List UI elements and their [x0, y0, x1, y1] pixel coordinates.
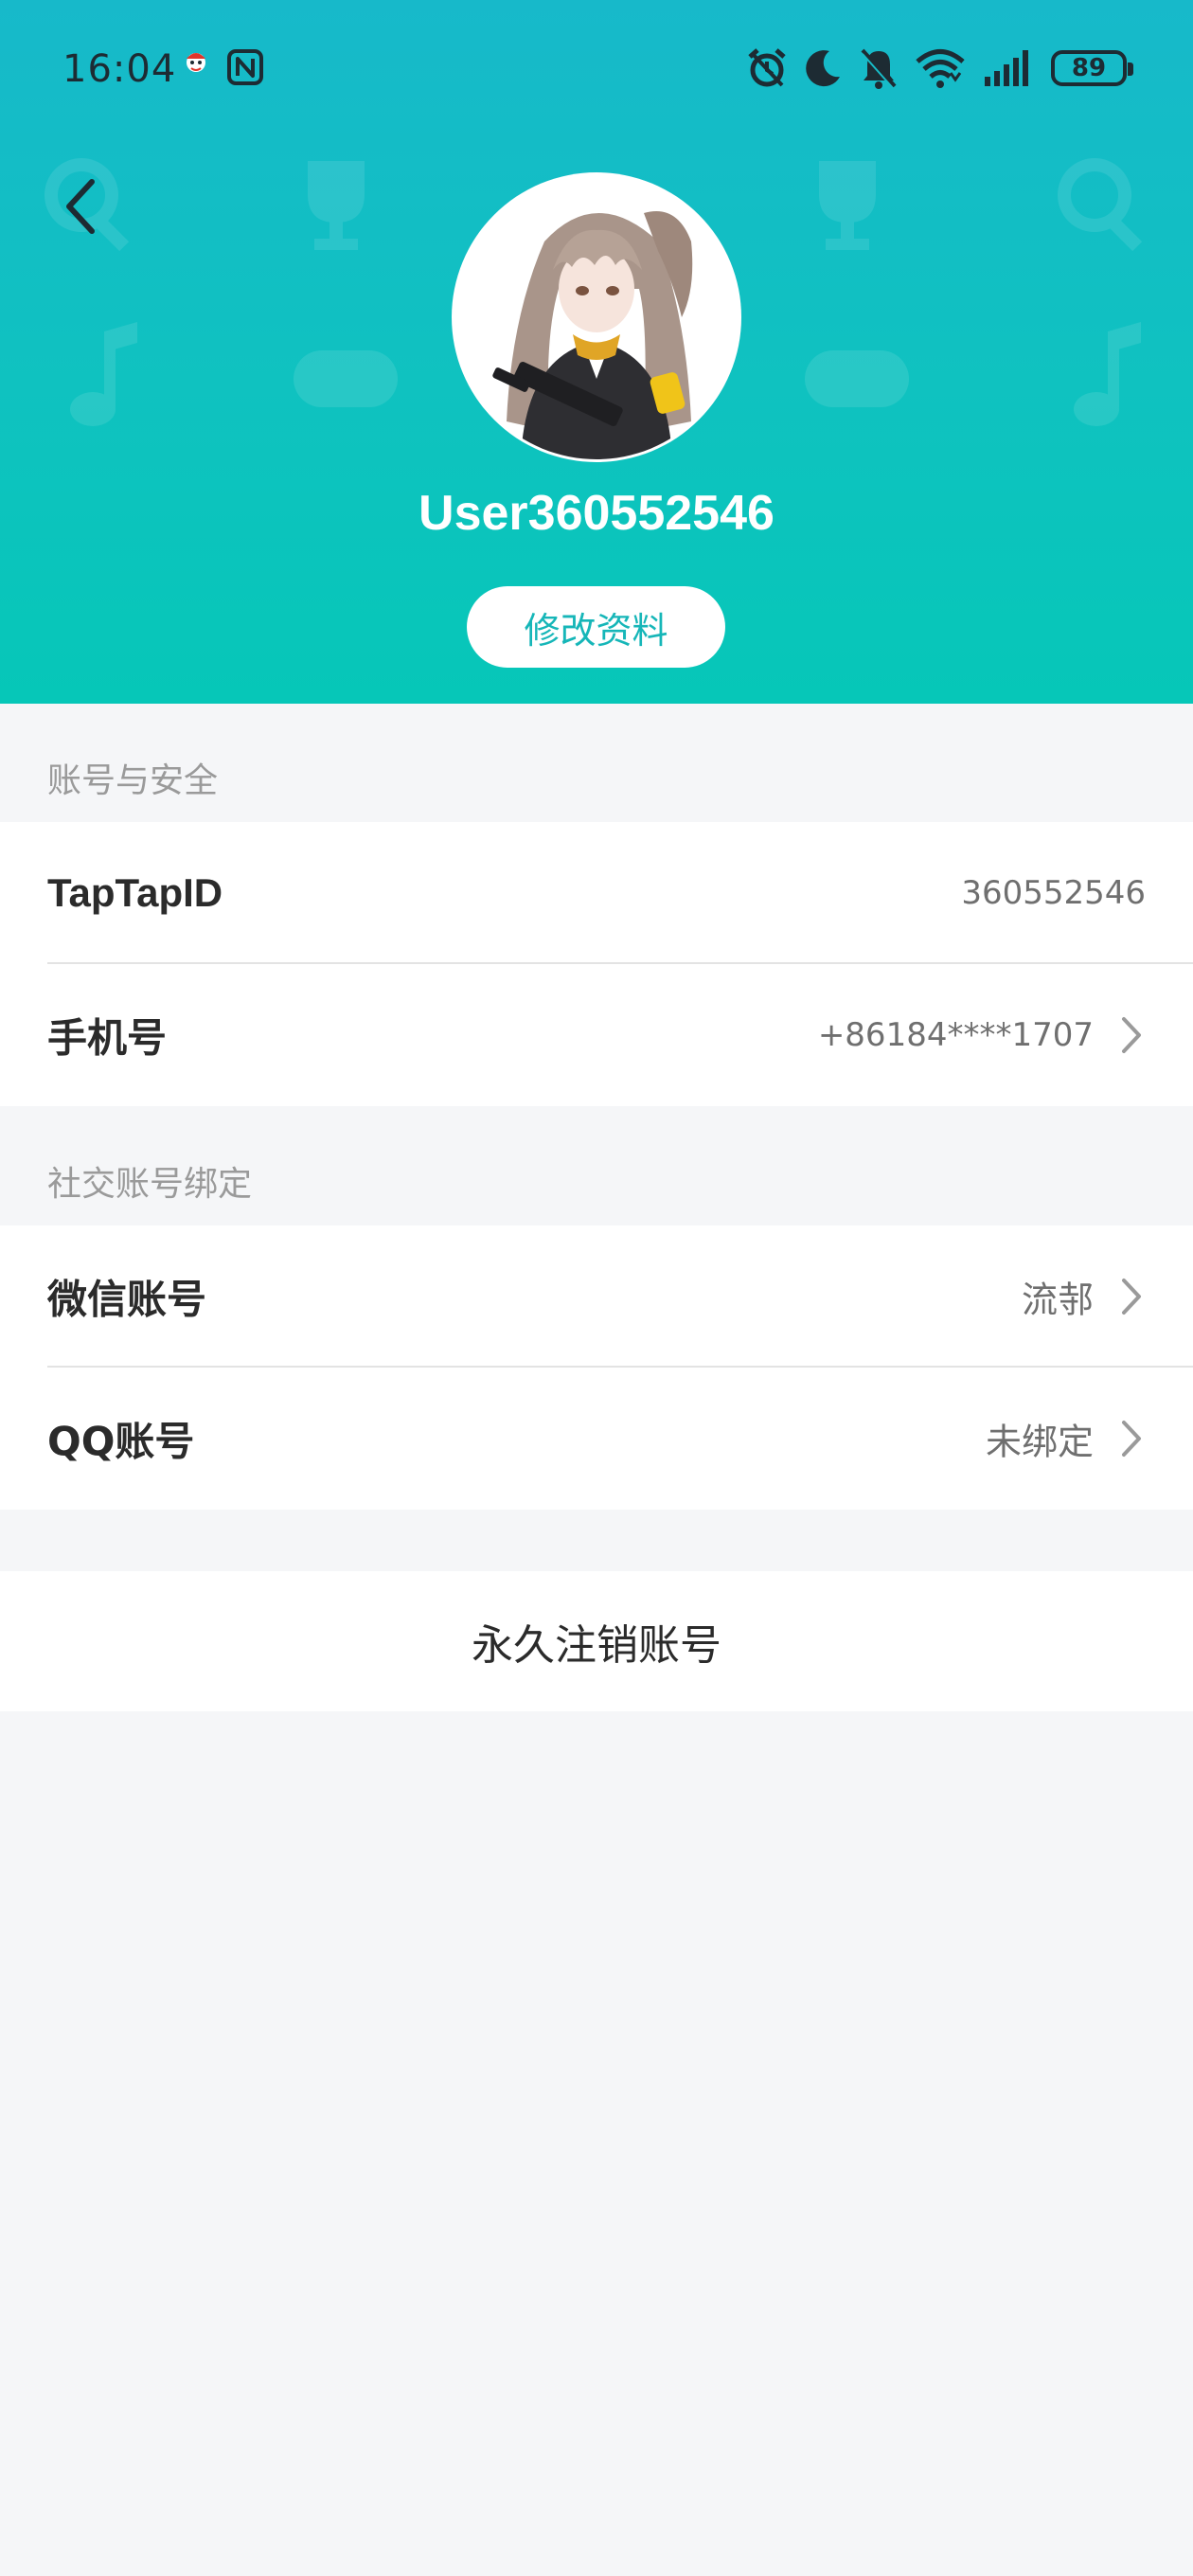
bell-off-icon: [861, 48, 897, 89]
chevron-right-icon: [1122, 1421, 1141, 1457]
trophy-deco-icon-2: [819, 161, 876, 250]
section-title-account-security: 账号与安全: [47, 761, 219, 800]
row-qq-account[interactable]: QQ账号 未绑定: [0, 1368, 1193, 1510]
music-note-deco-icon: [70, 322, 137, 426]
row-value-taptap-id: 360552546: [961, 874, 1146, 912]
notification-app-icon: [187, 53, 205, 72]
row-taptap-id: TapTapID 360552546: [0, 822, 1193, 964]
chevron-right-icon: [1122, 1017, 1141, 1053]
status-icons: 89: [746, 44, 1133, 93]
username: User360552546: [418, 486, 775, 541]
moon-icon: [806, 50, 840, 87]
status-time: 16:04: [62, 47, 177, 91]
avatar[interactable]: [452, 172, 741, 462]
row-label-phone: 手机号: [47, 1014, 168, 1062]
battery-icon: 89: [1051, 50, 1133, 86]
profile-header: 16:04 89 User360552546 修改资料: [0, 0, 1193, 704]
status-bar: 16:04 89: [0, 0, 1193, 142]
chevron-right-icon: [1122, 1279, 1141, 1315]
music-note-deco-icon-2: [1074, 322, 1141, 426]
row-label-qq: QQ账号: [47, 1418, 195, 1465]
row-value-phone: +86184****1707: [817, 1016, 1094, 1054]
row-value-qq: 未绑定: [985, 1421, 1094, 1463]
section-title-social-binding: 社交账号绑定: [47, 1165, 253, 1204]
wifi-icon: [916, 49, 965, 88]
row-phone-number[interactable]: 手机号 +86184****1707: [0, 964, 1193, 1106]
avatar-illustration: [454, 175, 739, 459]
magnifier-deco-icon-2: [1058, 158, 1143, 252]
back-button[interactable]: [47, 169, 114, 244]
delete-account-button[interactable]: 永久注销账号: [0, 1571, 1193, 1711]
row-label-wechat: 微信账号: [47, 1276, 207, 1323]
alarm-icon: [748, 48, 786, 87]
gamepad-deco-icon-2: [805, 350, 909, 407]
nfc-icon: [227, 49, 263, 85]
edit-profile-button[interactable]: 修改资料: [467, 586, 725, 668]
row-value-wechat: 流邿: [1021, 1279, 1094, 1321]
signal-icon: [985, 50, 1028, 86]
row-wechat-account[interactable]: 微信账号 流邿: [0, 1225, 1193, 1368]
row-label-taptap-id: TapTapID: [47, 870, 223, 915]
battery-level: 89: [1071, 54, 1107, 82]
back-arrow-icon: [66, 179, 95, 234]
trophy-deco-icon: [308, 161, 365, 250]
gamepad-deco-icon: [294, 350, 398, 407]
